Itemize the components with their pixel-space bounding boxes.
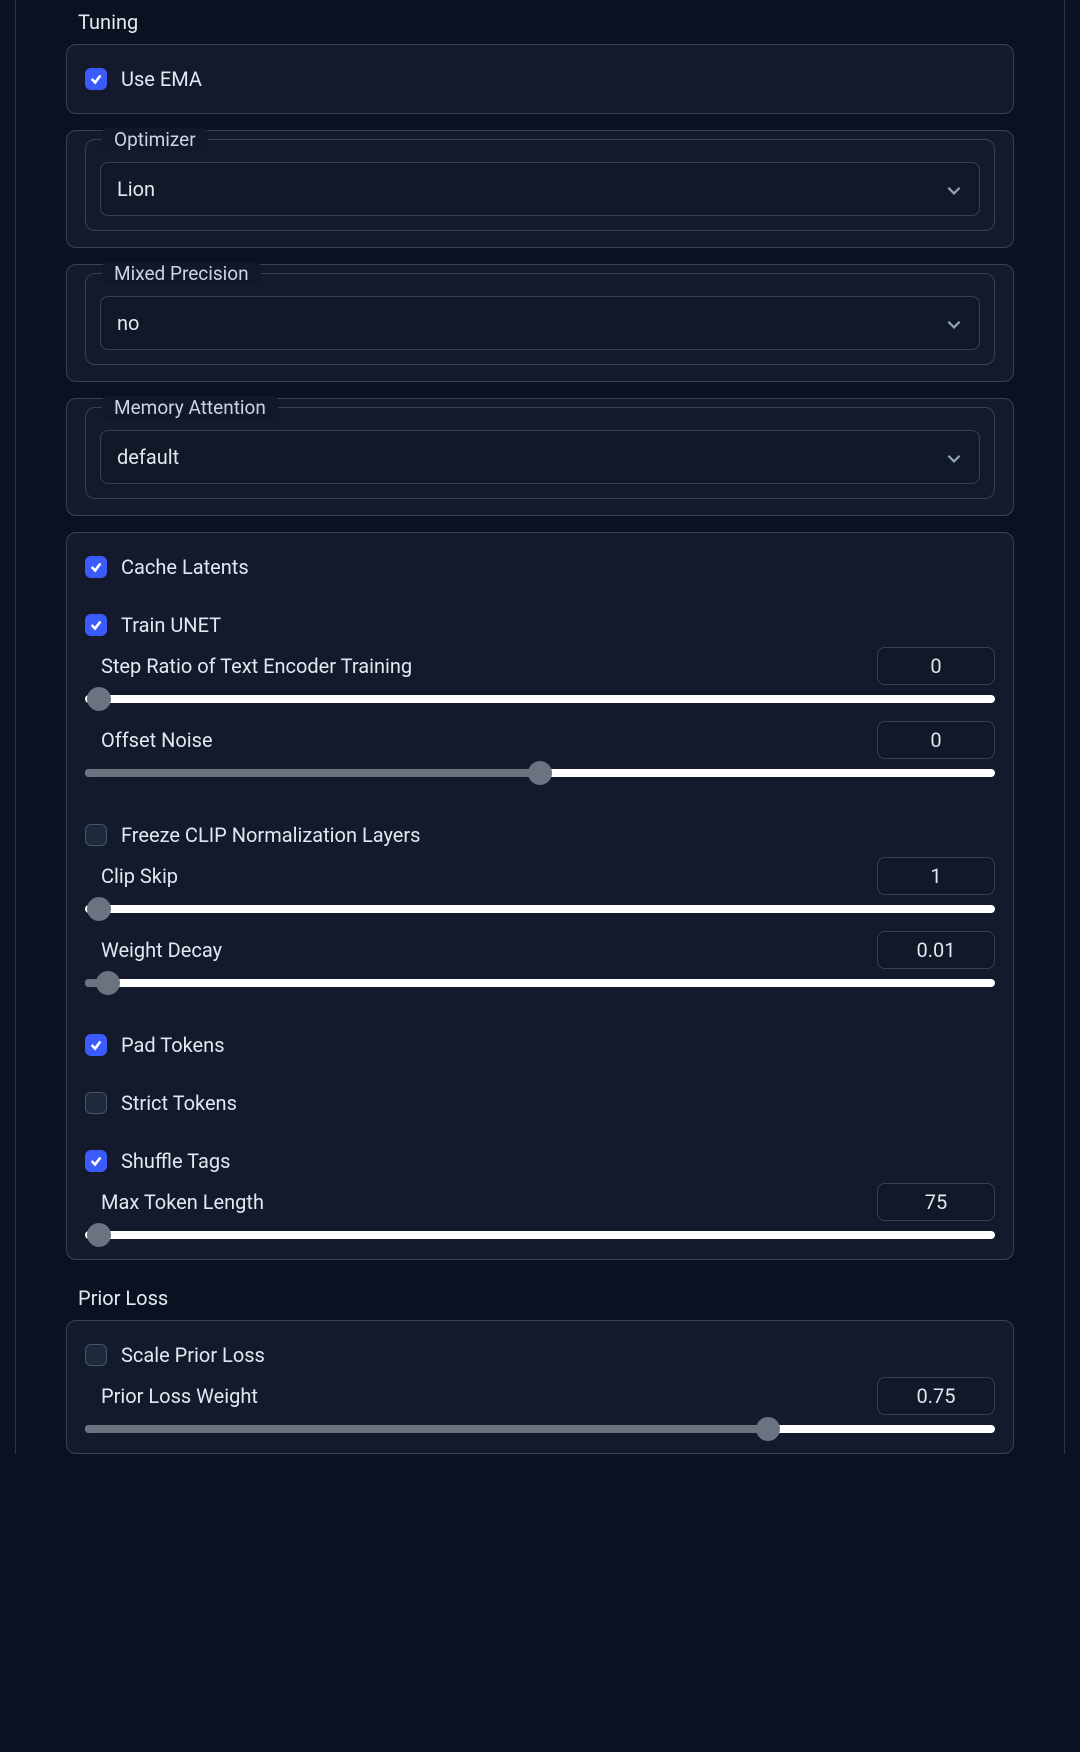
step-ratio-value[interactable]: 0 [877,647,995,685]
use-ema-checkbox[interactable] [85,68,107,90]
check-icon [89,618,103,632]
check-icon [89,1038,103,1052]
offset-noise-label: Offset Noise [101,728,213,752]
prior-loss-weight-value[interactable]: 0.75 [877,1377,995,1415]
slider-thumb[interactable] [87,897,111,921]
slider-thumb[interactable] [96,971,120,995]
chevron-down-icon [945,180,963,198]
advanced-panel: Cache Latents Train UNET Step Ratio of T… [66,532,1014,1260]
clip-skip-label: Clip Skip [101,864,178,888]
prior-loss-weight-slider[interactable] [85,1425,995,1433]
clip-skip-slider[interactable] [85,905,995,913]
prior-loss-weight-label: Prior Loss Weight [101,1384,258,1408]
offset-noise-value[interactable]: 0 [877,721,995,759]
max-token-length-slider[interactable] [85,1231,995,1239]
pad-tokens-label: Pad Tokens [121,1033,225,1057]
weight-decay-label: Weight Decay [101,938,222,962]
scale-prior-loss-label: Scale Prior Loss [121,1343,265,1367]
train-unet-label: Train UNET [121,613,221,637]
strict-tokens-label: Strict Tokens [121,1091,237,1115]
check-icon [89,1154,103,1168]
memory-attention-legend: Memory Attention [102,396,278,419]
clip-skip-value[interactable]: 1 [877,857,995,895]
shuffle-tags-checkbox[interactable] [85,1150,107,1172]
mixed-precision-select[interactable]: no [100,296,980,350]
weight-decay-slider[interactable] [85,979,995,987]
max-token-length-value[interactable]: 75 [877,1183,995,1221]
memory-attention-select[interactable]: default [100,430,980,484]
slider-thumb[interactable] [528,761,552,785]
prior-loss-panel: Scale Prior Loss Prior Loss Weight 0.75 [66,1320,1014,1454]
offset-noise-slider[interactable] [85,769,995,777]
slider-thumb[interactable] [87,1223,111,1247]
max-token-length-label: Max Token Length [101,1190,264,1214]
optimizer-legend: Optimizer [102,128,208,151]
memory-attention-value: default [117,445,179,469]
cache-latents-checkbox[interactable] [85,556,107,578]
chevron-down-icon [945,448,963,466]
use-ema-label: Use EMA [121,67,202,91]
shuffle-tags-label: Shuffle Tags [121,1149,230,1173]
mixed-precision-legend: Mixed Precision [102,262,261,285]
optimizer-value: Lion [117,177,155,201]
check-icon [89,560,103,574]
train-unet-checkbox[interactable] [85,614,107,636]
optimizer-select[interactable]: Lion [100,162,980,216]
step-ratio-slider[interactable] [85,695,995,703]
tuning-section-title: Tuning [66,0,1014,44]
strict-tokens-checkbox[interactable] [85,1092,107,1114]
scale-prior-loss-checkbox[interactable] [85,1344,107,1366]
weight-decay-value[interactable]: 0.01 [877,931,995,969]
freeze-clip-label: Freeze CLIP Normalization Layers [121,823,421,847]
pad-tokens-checkbox[interactable] [85,1034,107,1056]
cache-latents-label: Cache Latents [121,555,249,579]
slider-thumb[interactable] [756,1417,780,1441]
mixed-precision-value: no [117,311,139,335]
chevron-down-icon [945,314,963,332]
prior-loss-section-title: Prior Loss [66,1276,1014,1320]
freeze-clip-checkbox[interactable] [85,824,107,846]
step-ratio-label: Step Ratio of Text Encoder Training [101,654,412,678]
check-icon [89,72,103,86]
use-ema-panel: Use EMA [66,44,1014,114]
slider-thumb[interactable] [87,687,111,711]
